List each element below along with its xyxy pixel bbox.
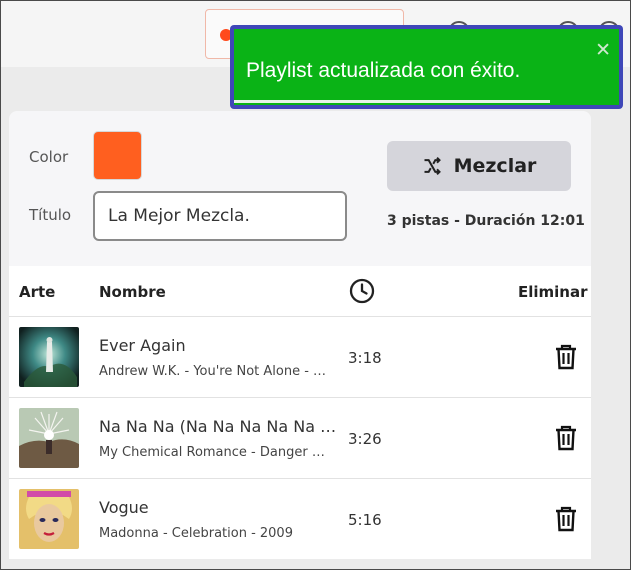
track-meta: My Chemical Romance - Danger Days bbox=[99, 445, 334, 460]
trash-icon bbox=[556, 506, 576, 532]
shuffle-icon bbox=[424, 156, 441, 176]
album-art bbox=[19, 489, 79, 549]
shuffle-button[interactable]: Mezclar bbox=[387, 141, 571, 191]
color-swatch[interactable] bbox=[93, 131, 142, 180]
playlist-summary: 3 pistas - Duración 12:01 bbox=[387, 213, 585, 229]
color-label: Color bbox=[29, 148, 69, 166]
track-duration: 3:18 bbox=[348, 349, 382, 367]
delete-track-button[interactable] bbox=[554, 425, 578, 451]
track-meta: Madonna - Celebration - 2009 bbox=[99, 526, 293, 541]
success-toast: Playlist actualizada con éxito. ✕ bbox=[230, 25, 623, 109]
tracks-table: Arte Nombre Eliminar Ever Again Andrew W… bbox=[9, 266, 591, 559]
shuffle-label: Mezclar bbox=[453, 155, 537, 177]
title-input[interactable] bbox=[93, 191, 347, 241]
album-art bbox=[19, 327, 79, 387]
track-name: Na Na Na (Na Na Na Na Na Na Na Na Na) bbox=[99, 417, 339, 436]
clock-icon bbox=[349, 278, 375, 304]
track-row[interactable]: Ever Again Andrew W.K. - You're Not Alon… bbox=[9, 317, 591, 398]
delete-track-button[interactable] bbox=[554, 506, 578, 532]
table-header: Arte Nombre Eliminar bbox=[9, 266, 591, 317]
track-row[interactable]: Vogue Madonna - Celebration - 2009 5:16 bbox=[9, 479, 591, 560]
delete-track-button[interactable] bbox=[554, 344, 578, 370]
header-delete: Eliminar bbox=[518, 283, 588, 301]
album-art bbox=[19, 408, 79, 468]
track-name: Ever Again bbox=[99, 336, 186, 355]
track-name: Vogue bbox=[99, 498, 149, 517]
toast-progress-bar bbox=[234, 100, 550, 103]
track-duration: 5:16 bbox=[348, 511, 382, 529]
toast-body: Playlist actualizada con éxito. ✕ bbox=[234, 29, 619, 105]
trash-icon bbox=[556, 425, 576, 451]
trash-icon bbox=[556, 344, 576, 370]
title-label: Título bbox=[29, 206, 72, 224]
track-row[interactable]: Na Na Na (Na Na Na Na Na Na Na Na Na) My… bbox=[9, 398, 591, 479]
header-art: Arte bbox=[19, 283, 56, 301]
header-name: Nombre bbox=[99, 283, 166, 301]
close-icon[interactable]: ✕ bbox=[595, 39, 611, 61]
track-duration: 3:26 bbox=[348, 430, 382, 448]
track-meta: Andrew W.K. - You're Not Alone - 2018 bbox=[99, 364, 334, 379]
toast-message: Playlist actualizada con éxito. bbox=[246, 59, 521, 82]
